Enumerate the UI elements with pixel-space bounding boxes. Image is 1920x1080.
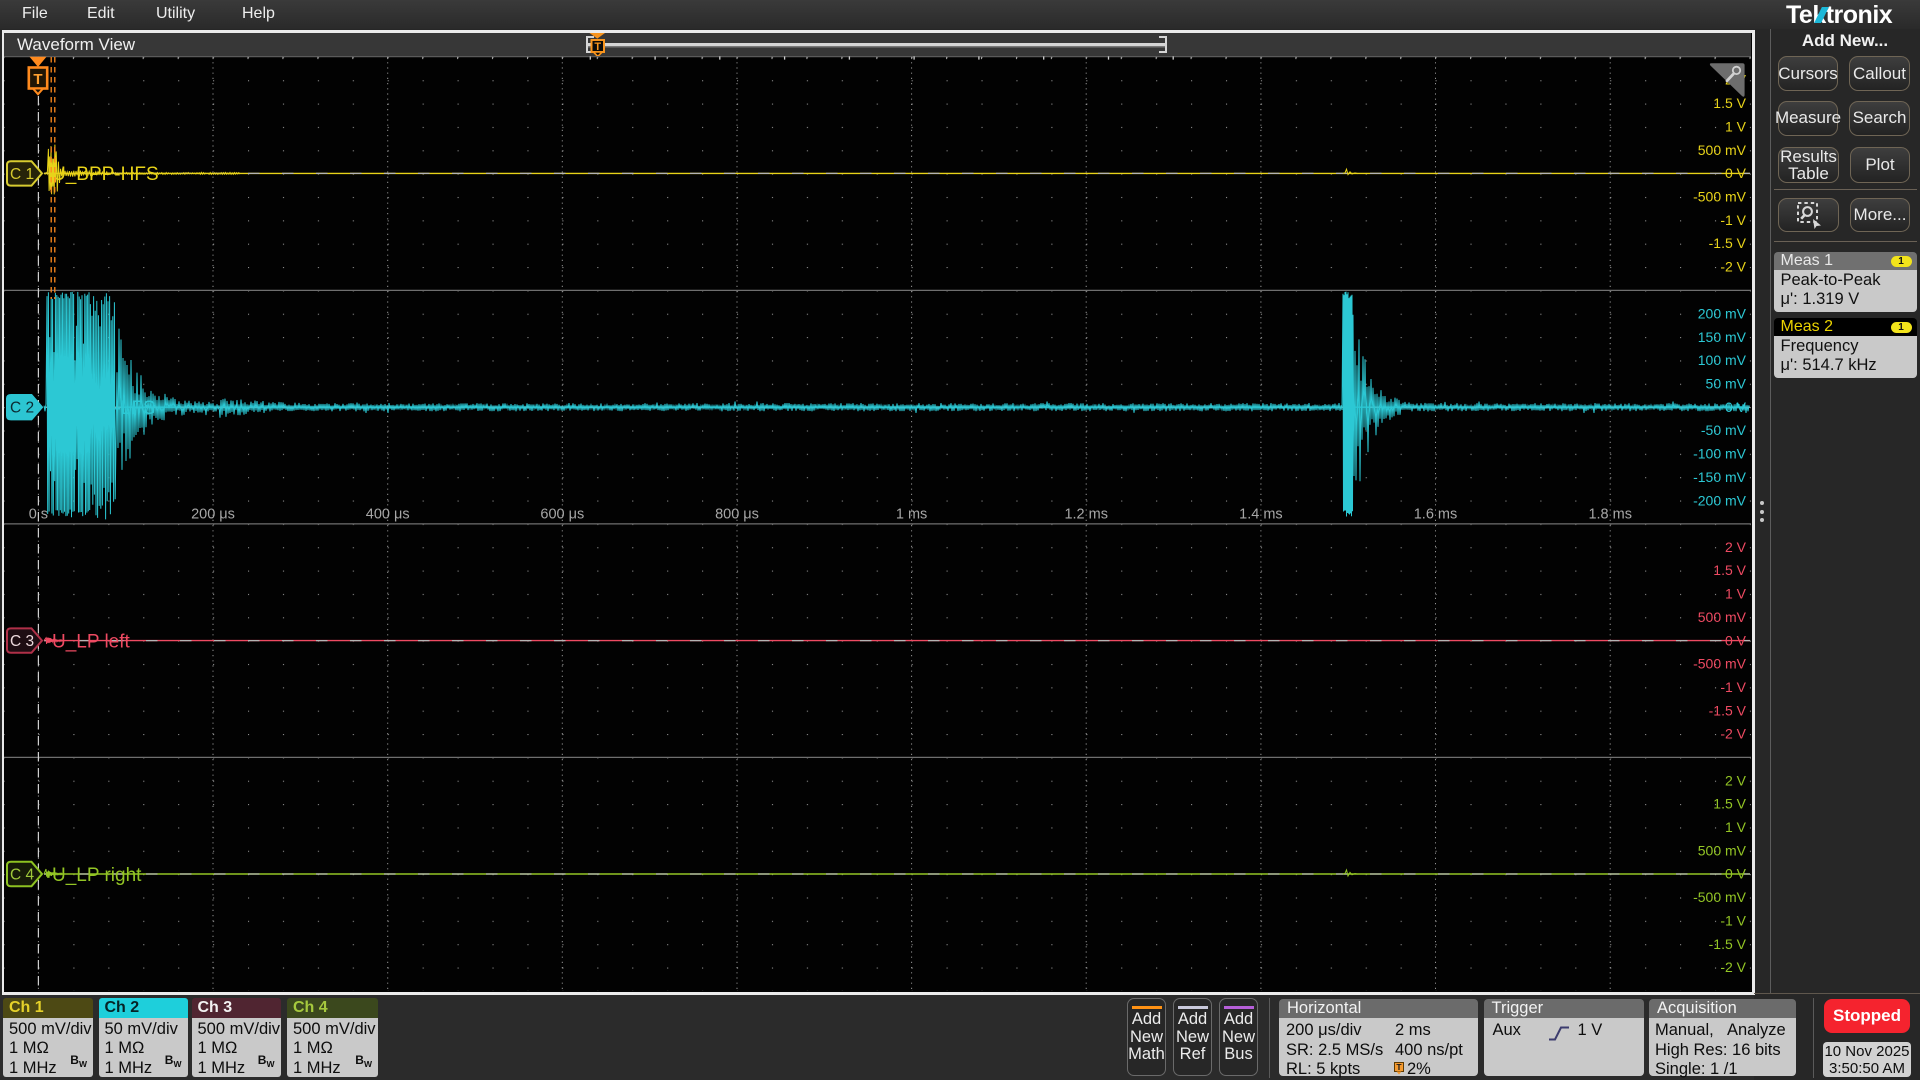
svg-text:1.5 V: 1.5 V — [1713, 95, 1746, 111]
svg-text:500 mV: 500 mV — [1698, 609, 1747, 625]
svg-text:1 V: 1 V — [1725, 819, 1747, 835]
svg-text:800 μs: 800 μs — [715, 507, 759, 523]
svg-text:0 V: 0 V — [1725, 165, 1747, 181]
svg-text:-1 V: -1 V — [1720, 212, 1746, 228]
svg-text:-500 mV: -500 mV — [1693, 188, 1747, 204]
svg-text:100 mV: 100 mV — [1698, 352, 1747, 368]
svg-text:0 V: 0 V — [1725, 866, 1747, 882]
svg-text:600 μs: 600 μs — [540, 507, 584, 523]
svg-text:50 mV: 50 mV — [1706, 376, 1747, 392]
svg-text:500 mV: 500 mV — [1698, 142, 1747, 158]
svg-text:C 1: C 1 — [10, 166, 34, 183]
svg-text:-1.5 V: -1.5 V — [1709, 936, 1747, 952]
svg-text:-200 mV: -200 mV — [1693, 492, 1747, 508]
svg-text:-500 mV: -500 mV — [1693, 656, 1747, 672]
svg-text:1 ms: 1 ms — [896, 507, 927, 523]
svg-text:2 V: 2 V — [1725, 539, 1747, 555]
svg-text:1.8 ms: 1.8 ms — [1588, 507, 1632, 523]
svg-text:-500 mV: -500 mV — [1693, 889, 1747, 905]
svg-text:-50 mV: -50 mV — [1701, 422, 1747, 438]
svg-text:-1.5 V: -1.5 V — [1709, 702, 1747, 718]
svg-text:400 μs: 400 μs — [366, 507, 410, 523]
svg-text:1.5 V: 1.5 V — [1713, 796, 1746, 812]
svg-text:-150 mV: -150 mV — [1693, 469, 1747, 485]
svg-text:-1 V: -1 V — [1720, 912, 1746, 928]
svg-text:1.2 ms: 1.2 ms — [1064, 507, 1108, 523]
svg-text:-1.5 V: -1.5 V — [1709, 235, 1747, 251]
svg-text:-100 mV: -100 mV — [1693, 446, 1747, 462]
svg-text:U_LP right: U_LP right — [52, 865, 142, 886]
svg-text:U_BPP-LFS: U_BPP-LFS — [52, 398, 155, 419]
svg-text:T: T — [594, 41, 601, 53]
svg-text:2 V: 2 V — [1725, 772, 1747, 788]
svg-text:-1 V: -1 V — [1720, 679, 1746, 695]
svg-text:-2 V: -2 V — [1720, 726, 1746, 742]
svg-text:1.6 ms: 1.6 ms — [1414, 507, 1458, 523]
svg-text:1.4 ms: 1.4 ms — [1239, 507, 1283, 523]
svg-text:T: T — [33, 71, 42, 88]
svg-text:-2 V: -2 V — [1720, 259, 1746, 275]
svg-text:-2 V: -2 V — [1720, 959, 1746, 975]
svg-text:1.5 V: 1.5 V — [1713, 562, 1746, 578]
svg-text:C 4: C 4 — [10, 866, 35, 883]
svg-text:1 V: 1 V — [1725, 118, 1747, 134]
svg-text:200 μs: 200 μs — [191, 507, 235, 523]
svg-text:T: T — [1396, 1062, 1402, 1072]
svg-text:500 mV: 500 mV — [1698, 842, 1747, 858]
svg-text:U_LP left: U_LP left — [52, 631, 131, 652]
svg-text:C 3: C 3 — [10, 633, 34, 650]
svg-text:1 V: 1 V — [1725, 586, 1747, 602]
svg-text:0 V: 0 V — [1725, 632, 1747, 648]
svg-text:150 mV: 150 mV — [1698, 329, 1747, 345]
svg-text:C 2: C 2 — [10, 400, 34, 417]
svg-text:200 mV: 200 mV — [1698, 306, 1747, 322]
